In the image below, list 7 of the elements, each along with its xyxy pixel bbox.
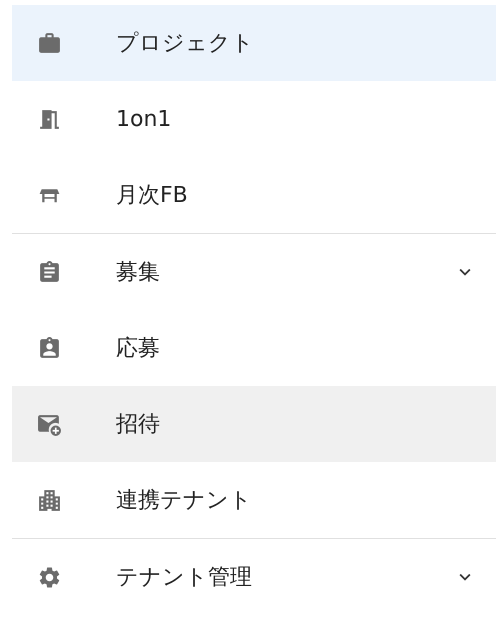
briefcase-icon (37, 30, 62, 56)
menu-item[interactable]: プロジェクト (12, 5, 496, 81)
clipboard-icon (37, 260, 62, 284)
id-badge-icon (37, 336, 62, 360)
menu-item[interactable]: 招待 (12, 386, 496, 462)
building-icon (37, 488, 62, 512)
settings-icon (37, 564, 62, 590)
